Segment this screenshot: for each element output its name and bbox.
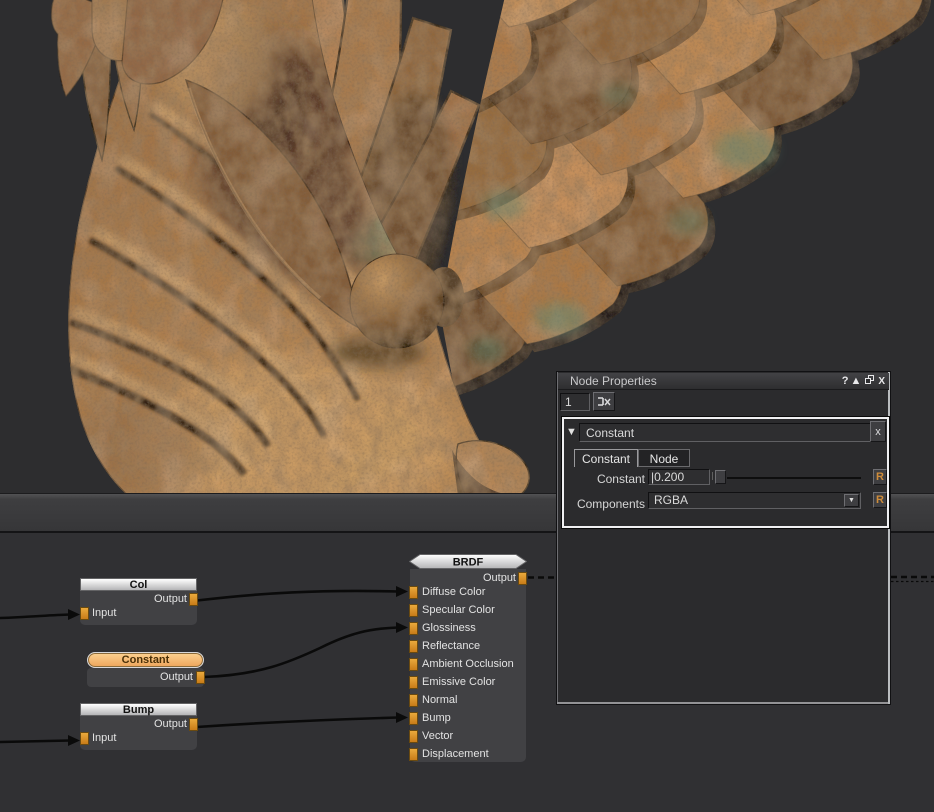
svg-text:BRDF: BRDF: [453, 557, 484, 569]
